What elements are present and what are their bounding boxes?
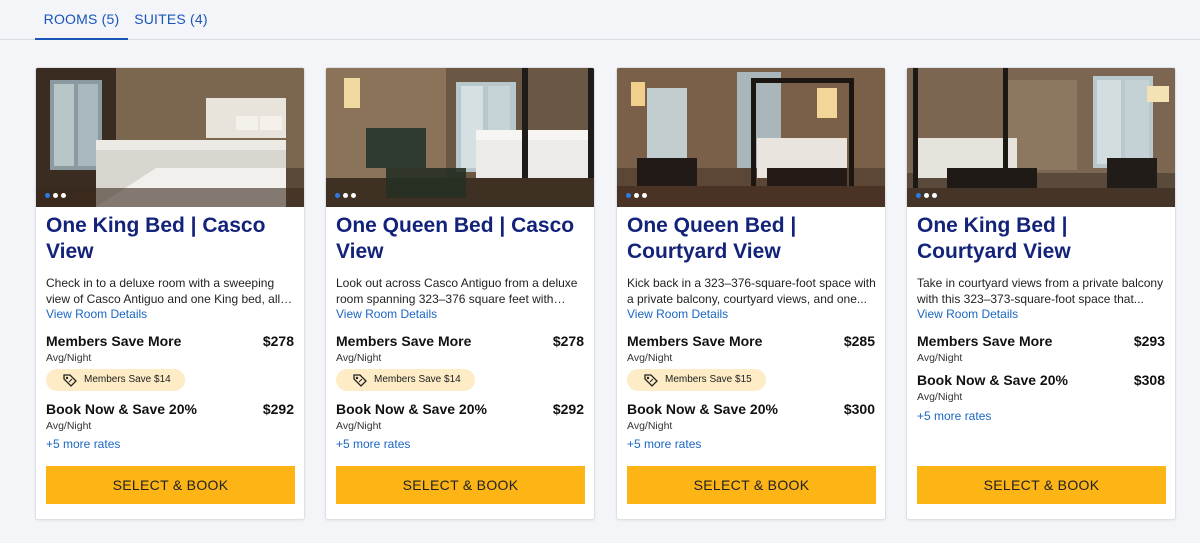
room-card: One King Bed | Courtyard View Take in co… [906,67,1176,520]
tag-icon [644,374,658,387]
select-and-book-button[interactable]: SELECT & BOOK [46,466,295,504]
rate-unit: Avg/Night [917,391,963,403]
rate-price: $300 [843,401,875,417]
rate-name: Book Now & Save 20% [46,401,197,417]
carousel-dot[interactable] [45,193,50,198]
rate-unit: Avg/Night [627,420,673,432]
tag-icon [353,374,367,387]
rate-unit: Avg/Night [46,352,92,364]
room-description: Check in to a deluxe room with a sweepin… [46,276,281,306]
rate-name: Book Now & Save 20% [627,401,778,417]
more-rates-link[interactable]: +5 more rates [336,437,410,451]
room-title: One King Bed | Casco View [46,214,266,263]
room-title: One Queen Bed | Courtyard View [627,214,797,263]
rate-name: Members Save More [336,333,472,349]
carousel-dot[interactable] [932,193,937,198]
rate-price: $278 [262,333,294,349]
room-description: Take in courtyard views from a private b… [917,276,1164,306]
view-room-details-link[interactable]: View Room Details [46,307,147,321]
rate-name: Members Save More [627,333,763,349]
badge-label: Members Save $14 [84,374,171,385]
room-photo[interactable] [326,68,594,207]
room-title: One Queen Bed | Casco View [336,214,575,263]
rate-price: $292 [552,401,584,417]
carousel-dot[interactable] [924,193,929,198]
photo-carousel-dots[interactable] [626,193,647,198]
photo-carousel-dots[interactable] [916,193,937,198]
room-description: Kick back in a 323–376-square-foot space… [627,276,876,306]
room-photo-image [617,68,885,207]
rate-price: $292 [262,401,294,417]
room-photo[interactable] [617,68,885,207]
carousel-dot[interactable] [61,193,66,198]
tag-icon [63,374,77,387]
badge-label: Members Save $14 [374,374,461,385]
carousel-dot[interactable] [626,193,631,198]
carousel-dot[interactable] [642,193,647,198]
more-rates-link[interactable]: +5 more rates [46,437,120,451]
tab-rooms[interactable]: ROOMS (5) [35,0,128,40]
room-photo-image [907,68,1175,207]
rate-unit: Avg/Night [46,420,92,432]
rate-unit: Avg/Night [336,352,382,364]
room-description: Look out across Casco Antiguo from a del… [336,276,578,306]
rate-name: Members Save More [917,333,1053,349]
room-photo-image [36,68,304,207]
room-card: One Queen Bed | Courtyard View Kick back… [616,67,886,520]
rate-name: Book Now & Save 20% [336,401,487,417]
member-savings-badge: Members Save $14 [46,369,185,391]
room-type-tabs: ROOMS (5) SUITES (4) [0,0,1200,40]
view-room-details-link[interactable]: View Room Details [627,307,728,321]
rate-price: $293 [1133,333,1165,349]
select-and-book-button[interactable]: SELECT & BOOK [627,466,876,504]
carousel-dot[interactable] [634,193,639,198]
rate-price: $278 [552,333,584,349]
photo-carousel-dots[interactable] [45,193,66,198]
select-and-book-button[interactable]: SELECT & BOOK [336,466,585,504]
carousel-dot[interactable] [351,193,356,198]
rate-unit: Avg/Night [336,420,382,432]
photo-carousel-dots[interactable] [335,193,356,198]
room-photo[interactable] [907,68,1175,207]
rate-unit: Avg/Night [627,352,673,364]
room-photo[interactable] [36,68,304,207]
member-savings-badge: Members Save $14 [336,369,475,391]
rate-name: Book Now & Save 20% [917,372,1068,388]
member-savings-badge: Members Save $15 [627,369,766,391]
view-room-details-link[interactable]: View Room Details [336,307,437,321]
carousel-dot[interactable] [335,193,340,198]
rate-price: $308 [1133,372,1165,388]
room-card: One Queen Bed | Casco View Look out acro… [325,67,595,520]
room-title: One King Bed | Courtyard View [917,214,1071,263]
rate-unit: Avg/Night [917,352,963,364]
rate-name: Members Save More [46,333,182,349]
carousel-dot[interactable] [53,193,58,198]
carousel-dot[interactable] [343,193,348,198]
carousel-dot[interactable] [916,193,921,198]
more-rates-link[interactable]: +5 more rates [627,437,701,451]
tab-suites[interactable]: SUITES (4) [128,0,214,40]
room-card: One King Bed | Casco View Check in to a … [35,67,305,520]
badge-label: Members Save $15 [665,374,752,385]
rate-price: $285 [843,333,875,349]
more-rates-link[interactable]: +5 more rates [917,409,991,423]
room-photo-image [326,68,594,207]
select-and-book-button[interactable]: SELECT & BOOK [917,466,1166,504]
view-room-details-link[interactable]: View Room Details [917,307,1018,321]
